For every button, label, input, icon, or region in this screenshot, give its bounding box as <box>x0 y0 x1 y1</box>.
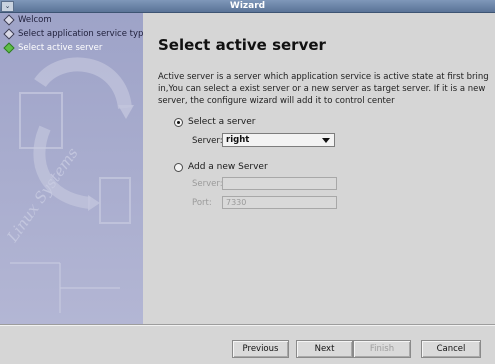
wizard-step-welcome: Welcom <box>3 14 52 26</box>
port-label: Port: <box>192 198 212 208</box>
select-server-radio[interactable]: Select a server <box>174 116 256 128</box>
window-title: Wizard <box>229 1 266 11</box>
finish-button[interactable]: Finish <box>353 340 411 358</box>
next-button[interactable]: Next <box>296 340 353 358</box>
wizard-step-label: Select application service type <box>18 29 143 39</box>
step-diamond-icon <box>3 14 15 26</box>
page-description: Active server is a server which applicat… <box>158 72 489 106</box>
wizard-step-label: Select active server <box>18 43 103 53</box>
add-server-radio[interactable]: Add a new Server <box>174 161 268 173</box>
step-diamond-icon <box>3 28 15 40</box>
radio-unchecked-icon[interactable] <box>174 162 183 172</box>
server-select-label: Server: <box>192 136 223 146</box>
wizard-step-label: Welcom <box>18 15 52 25</box>
select-server-label: Select a server <box>188 117 256 127</box>
wizard-step-service-type: Select application service type <box>3 28 143 40</box>
radio-checked-icon[interactable] <box>174 117 183 127</box>
port-input[interactable] <box>222 196 337 209</box>
button-bar-divider <box>0 324 495 326</box>
sidebar-decoration: Linux Systems <box>0 13 143 324</box>
new-server-input[interactable] <box>222 177 337 190</box>
wizard-sidebar: Linux Systems Welcom Select application … <box>0 13 143 324</box>
step-current-diamond-icon <box>3 42 15 54</box>
add-server-label: Add a new Server <box>188 162 268 172</box>
chevron-down-icon[interactable] <box>322 138 330 143</box>
server-dropdown[interactable]: right <box>222 133 335 147</box>
wizard-content: Select active server Active server is a … <box>143 13 495 324</box>
server-dropdown-value: right <box>226 135 250 145</box>
cancel-button[interactable]: Cancel <box>421 340 481 358</box>
new-server-label: Server: <box>192 179 223 189</box>
previous-button[interactable]: Previous <box>232 340 289 358</box>
window-titlebar: ⌄ Wizard <box>0 0 495 13</box>
wizard-step-active-server: Select active server <box>3 42 102 54</box>
page-title: Select active server <box>158 36 326 54</box>
